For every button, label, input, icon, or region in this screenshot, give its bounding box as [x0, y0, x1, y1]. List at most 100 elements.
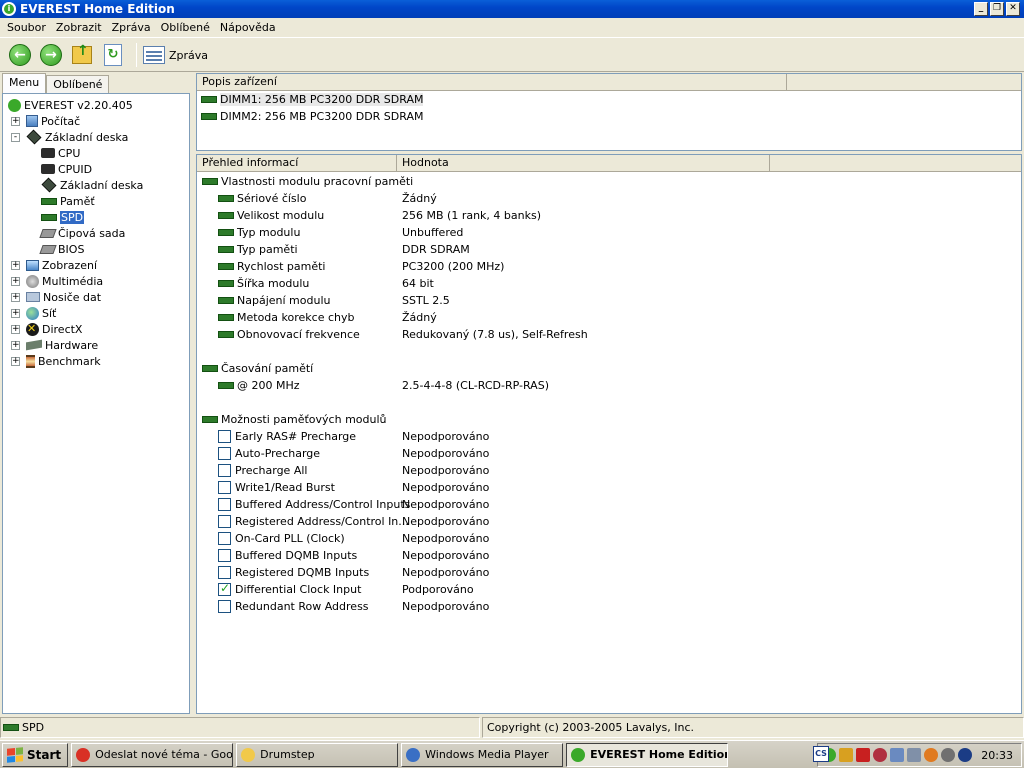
tree-item[interactable]: Čipová sada [3, 225, 189, 241]
info-row[interactable]: Differential Clock Input Podporováno [197, 581, 1021, 598]
info-row[interactable]: Redundant Row Address Nepodporováno [197, 598, 1021, 615]
field-column-header[interactable]: Přehled informací [197, 155, 397, 171]
network-tray-icon[interactable] [890, 748, 905, 762]
menu-zobrazit[interactable]: Zobrazit [51, 21, 107, 34]
device-row-dimm2[interactable]: DIMM2: 256 MB PC3200 DDR SDRAM [197, 108, 1021, 125]
expand-icon[interactable]: + [11, 308, 20, 318]
checkbox-icon [218, 481, 231, 494]
collapse-icon[interactable]: - [11, 132, 20, 142]
info-row[interactable]: Metoda korekce chyb Žádný [197, 309, 1021, 326]
info-row[interactable]: @ 200 MHz 2.5-4-4-8 (CL-RCD-RP-RAS) [197, 377, 1021, 394]
info-row[interactable]: Early RAS# Precharge Nepodporováno [197, 428, 1021, 445]
tree-item[interactable]: EVEREST v2.20.405 [3, 97, 189, 113]
taskbar-button[interactable]: Windows Media Player [401, 742, 564, 767]
section-header[interactable]: Časování pamětí [197, 360, 1021, 377]
hardware-icon [26, 339, 42, 351]
tree-item[interactable]: + Hardware [3, 337, 189, 353]
tree-item[interactable]: + Zobrazení [3, 257, 189, 273]
language-bar-icon[interactable]: CS [813, 746, 829, 762]
info-row[interactable]: Obnovovací frekvence Redukovaný (7.8 us),… [197, 326, 1021, 343]
device-row-dimm1[interactable]: DIMM1: 256 MB PC3200 DDR SDRAM [197, 91, 1021, 108]
stop-tray-icon[interactable] [839, 748, 854, 762]
expand-icon[interactable]: + [11, 276, 20, 286]
monitor-tray-icon[interactable] [907, 748, 922, 762]
extra-column-header[interactable] [770, 155, 1021, 171]
tree-item[interactable]: BIOS [3, 241, 189, 257]
app-tray-icon[interactable] [924, 748, 939, 762]
value-column-header[interactable]: Hodnota [397, 155, 770, 171]
info-row[interactable]: Typ paměti DDR SDRAM [197, 241, 1021, 258]
menu-napoveda[interactable]: Nápověda [215, 21, 281, 34]
info-row[interactable]: Napájení modulu SSTL 2.5 [197, 292, 1021, 309]
shield-tray-icon[interactable] [873, 748, 888, 762]
info-row[interactable]: Registered DQMB Inputs Nepodporováno [197, 564, 1021, 581]
expand-icon[interactable]: + [11, 356, 20, 366]
expand-icon[interactable]: + [11, 292, 20, 302]
menu-bar: Soubor Zobrazit Zpráva Oblíbené Nápověda [0, 18, 1024, 38]
tree-item[interactable]: + DirectX [3, 321, 189, 337]
report-button[interactable]: Zpráva [143, 46, 208, 64]
tab-menu[interactable]: Menu [2, 73, 47, 93]
back-button[interactable]: ← [6, 41, 34, 69]
info-row[interactable]: Write1/Read Burst Nepodporováno [197, 479, 1021, 496]
info-row[interactable]: Rychlost paměti PC3200 (200 MHz) [197, 258, 1021, 275]
device-extra-header[interactable] [787, 74, 1021, 90]
clock[interactable]: 20:33 [981, 749, 1013, 762]
tree-item[interactable]: + Multimédia [3, 273, 189, 289]
info-row[interactable]: Šířka modulu 64 bit [197, 275, 1021, 292]
expand-icon[interactable]: + [11, 116, 20, 126]
speaker-tray-icon[interactable] [941, 748, 956, 762]
tree-item[interactable]: CPUID [3, 161, 189, 177]
device-description-header[interactable]: Popis zařízení [197, 74, 787, 90]
close-button[interactable]: ✕ [1006, 2, 1020, 16]
media-tray-icon[interactable] [958, 748, 973, 762]
info-row[interactable]: Typ modulu Unbuffered [197, 224, 1021, 241]
info-field: Precharge All [235, 464, 308, 477]
tree-item-label: Hardware [45, 338, 99, 352]
tree-item[interactable]: + Benchmark [3, 353, 189, 369]
tree-item[interactable]: SPD [3, 209, 189, 225]
tab-oblibene[interactable]: Oblíbené [46, 75, 110, 93]
menu-zprava[interactable]: Zpráva [107, 21, 156, 34]
tree-item[interactable]: Paměť [3, 193, 189, 209]
taskbar-button[interactable]: EVEREST Home Edition [566, 742, 729, 767]
ati-tray-icon[interactable] [856, 748, 871, 762]
expand-icon[interactable]: + [11, 324, 20, 334]
info-value: 2.5-4-4-8 (CL-RCD-RP-RAS) [402, 379, 549, 392]
info-row[interactable]: Registered Address/Control In... Nepodpor… [197, 513, 1021, 530]
info-row[interactable]: Precharge All Nepodporováno [197, 462, 1021, 479]
tree-item[interactable]: + Síť [3, 305, 189, 321]
tree-item[interactable]: + Nosiče dat [3, 289, 189, 305]
section-header[interactable]: Možnosti paměťových modulů [197, 411, 1021, 428]
taskbar-button[interactable]: Drumstep [236, 742, 399, 767]
menu-oblibene[interactable]: Oblíbené [156, 21, 215, 34]
info-field: Rychlost paměti [237, 260, 326, 273]
expand-icon[interactable]: + [11, 260, 20, 270]
info-row[interactable]: Velikost modulu 256 MB (1 rank, 4 banks) [197, 207, 1021, 224]
up-button[interactable] [68, 41, 96, 69]
forward-button[interactable]: → [37, 41, 65, 69]
info-row[interactable]: Auto-Precharge Nepodporováno [197, 445, 1021, 462]
info-row[interactable]: Buffered DQMB Inputs Nepodporováno [197, 547, 1021, 564]
info-field: Obnovovací frekvence [237, 328, 360, 341]
refresh-button[interactable]: ↻ [99, 41, 127, 69]
tree-item[interactable]: Základní deska [3, 177, 189, 193]
checkbox-icon [218, 464, 231, 477]
info-row[interactable]: Buffered Address/Control Inputs Nepodporo… [197, 496, 1021, 513]
start-button[interactable]: Start [2, 742, 69, 767]
tree-item[interactable]: + Počítač [3, 113, 189, 129]
everest-icon: i [2, 2, 16, 16]
minimize-button[interactable]: _ [974, 2, 988, 16]
section-header[interactable]: Vlastnosti modulu pracovní paměti [197, 173, 1021, 190]
title-bar: i EVEREST Home Edition _ ❐ ✕ [0, 0, 1024, 18]
menu-soubor[interactable]: Soubor [2, 21, 51, 34]
checkbox-icon [218, 430, 231, 443]
info-row[interactable]: Sériové číslo Žádný [197, 190, 1021, 207]
tree-item-label: Benchmark [38, 354, 101, 368]
expand-icon[interactable]: + [11, 340, 20, 350]
maximize-button[interactable]: ❐ [990, 2, 1004, 16]
info-row[interactable]: On-Card PLL (Clock) Nepodporováno [197, 530, 1021, 547]
tree-item[interactable]: CPU [3, 145, 189, 161]
tree-item[interactable]: - Základní deska [3, 129, 189, 145]
taskbar-button[interactable]: Odeslat nové téma - Goo... [71, 742, 234, 767]
